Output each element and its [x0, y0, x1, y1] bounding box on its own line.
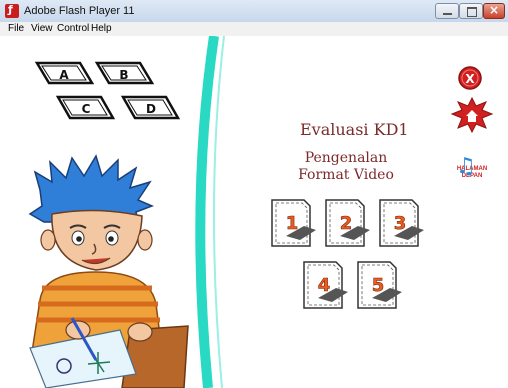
subtitle-line1: Pengenalan [304, 150, 388, 166]
minimize-button[interactable] [435, 3, 459, 19]
music-note-icon: ♫ [456, 154, 476, 179]
option-a-label: A [59, 68, 69, 82]
answer-option-a[interactable]: A [34, 61, 95, 85]
option-c-label: C [82, 102, 91, 116]
stage-graphics: A B C D X [28, 36, 494, 388]
page-title: Evaluasi KD1 [300, 120, 409, 139]
flash-stage: A B C D X HALAMAN DEPAN ♫ Evaluasi KD1 P… [0, 36, 508, 388]
answer-option-b[interactable]: B [94, 61, 155, 85]
teal-divider-highlight [212, 36, 225, 388]
close-app-button[interactable]: X [458, 66, 482, 90]
menu-control[interactable]: Control [57, 23, 89, 34]
maximize-icon [467, 7, 477, 17]
option-b-label: B [119, 68, 128, 82]
answer-option-c[interactable]: C [55, 95, 116, 120]
cartoon-boy-illustration [28, 154, 189, 388]
teal-divider-curve [195, 36, 219, 388]
flash-app-icon: ƒ [5, 3, 19, 18]
window-title: Adobe Flash Player 11 [24, 5, 135, 17]
answer-option-d[interactable]: D [120, 95, 181, 120]
menu-help[interactable]: Help [91, 23, 112, 34]
menu-view[interactable]: View [31, 23, 53, 34]
window-titlebar: ƒ Adobe Flash Player 11 × [0, 0, 508, 23]
minimize-icon [443, 13, 452, 15]
close-icon: × [489, 3, 500, 17]
menu-bar: File View Control Help [0, 22, 508, 37]
menu-file[interactable]: File [8, 23, 24, 34]
close-x-label: X [465, 72, 475, 86]
maximize-button[interactable] [459, 3, 483, 19]
music-toggle-button[interactable]: ♫ [456, 154, 476, 179]
home-button[interactable] [450, 96, 494, 134]
subtitle-line2: Format Video [298, 167, 394, 183]
option-d-label: D [146, 102, 156, 116]
window-close-button[interactable]: × [483, 3, 505, 19]
